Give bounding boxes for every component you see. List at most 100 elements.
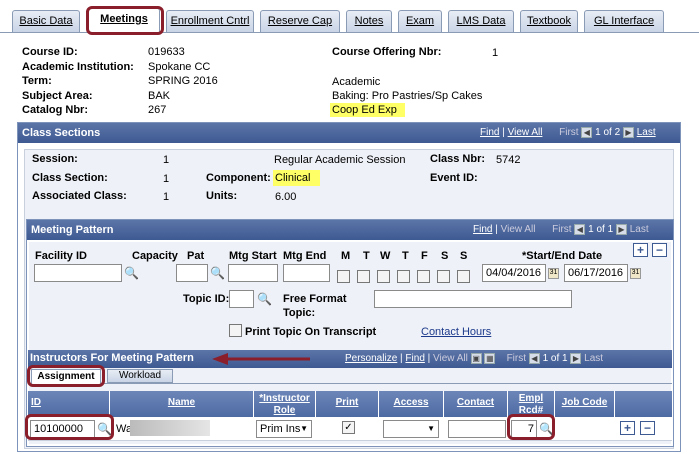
prev-arrow-icon[interactable]: ◀ bbox=[581, 126, 593, 138]
end-date-calendar-icon[interactable]: 31 bbox=[630, 268, 641, 279]
print-topic-checkbox[interactable] bbox=[229, 324, 242, 337]
facility-lookup-icon[interactable]: 🔍 bbox=[124, 267, 139, 281]
tab-basic-data[interactable]: Basic Data bbox=[12, 10, 80, 32]
next-arrow-icon[interactable]: ▶ bbox=[615, 223, 627, 235]
component-value: Clinical bbox=[273, 170, 321, 186]
zoom-grid-icon[interactable]: ▣ bbox=[470, 353, 482, 364]
tab-gl-interface[interactable]: GL Interface bbox=[584, 10, 664, 32]
next-arrow-icon[interactable]: ▶ bbox=[622, 126, 634, 138]
col-actions bbox=[615, 391, 672, 417]
day-checkbox-mon[interactable] bbox=[337, 270, 350, 283]
subtab-underline bbox=[28, 383, 672, 384]
event-id-label: Event ID: bbox=[430, 172, 478, 184]
col-print[interactable]: Print bbox=[316, 391, 379, 417]
add-instructor-button[interactable]: + bbox=[620, 421, 635, 435]
class-sections-view-all-link[interactable]: View All bbox=[508, 127, 543, 138]
class-sections-find-link[interactable]: Find bbox=[480, 127, 499, 138]
meeting-pattern-range: 1 of 1 bbox=[588, 224, 614, 235]
meeting-pattern-first[interactable]: First bbox=[552, 224, 571, 235]
subtab-workload[interactable]: Workload bbox=[107, 369, 173, 383]
tab-lms-data[interactable]: LMS Data bbox=[448, 10, 514, 32]
meeting-pattern-nav: Find | View All First ◀ 1 of 1 ▶ Last bbox=[473, 223, 649, 235]
day-label-sat: S bbox=[441, 250, 449, 262]
contact-hours-link[interactable]: Contact Hours bbox=[421, 326, 491, 338]
col-name[interactable]: Name bbox=[110, 391, 254, 417]
session-value: 1 bbox=[163, 154, 170, 166]
day-label-sun: S bbox=[460, 250, 468, 262]
end-date-input[interactable]: 06/17/2016 bbox=[564, 264, 628, 282]
topic-id-input[interactable] bbox=[229, 290, 254, 308]
class-sections-title: Class Sections bbox=[22, 127, 101, 139]
day-checkbox-fri[interactable] bbox=[417, 270, 430, 283]
component-label: Component: bbox=[206, 172, 271, 184]
prev-arrow-icon[interactable]: ◀ bbox=[574, 223, 586, 235]
col-access[interactable]: Access bbox=[379, 391, 444, 417]
course-id-value: 019633 bbox=[148, 46, 185, 58]
subject-value: BAK bbox=[148, 90, 171, 102]
mtg-end-input[interactable] bbox=[283, 264, 330, 282]
instructors-arrow bbox=[212, 352, 312, 366]
prev-arrow-icon[interactable]: ◀ bbox=[528, 353, 540, 364]
instructors-view-all[interactable]: View All bbox=[433, 353, 468, 364]
course-id-label: Course ID: bbox=[22, 46, 78, 58]
day-checkbox-sun[interactable] bbox=[457, 270, 470, 283]
day-label-tue: T bbox=[363, 250, 370, 262]
role-select-value: Prim Ins bbox=[260, 423, 301, 435]
next-arrow-icon[interactable]: ▶ bbox=[570, 353, 582, 364]
blurred-name-mask bbox=[130, 420, 210, 436]
access-select[interactable]: ▼ bbox=[383, 420, 439, 438]
tab-textbook[interactable]: Textbook bbox=[520, 10, 578, 32]
free-format-topic-label: Topic: bbox=[283, 307, 316, 319]
meeting-pattern-view-all[interactable]: View All bbox=[501, 224, 536, 235]
remove-instructor-button[interactable]: − bbox=[640, 421, 655, 435]
col-contact[interactable]: Contact bbox=[444, 391, 508, 417]
pat-lookup-icon[interactable]: 🔍 bbox=[210, 267, 225, 281]
meeting-pattern-title: Meeting Pattern bbox=[31, 224, 114, 236]
pat-input[interactable] bbox=[176, 264, 208, 282]
class-nbr-value: 5742 bbox=[496, 154, 521, 166]
institution-value: Spokane CC bbox=[148, 61, 211, 73]
day-checkbox-thu[interactable] bbox=[397, 270, 410, 283]
facility-id-input[interactable] bbox=[34, 264, 122, 282]
personalize-link[interactable]: Personalize bbox=[345, 353, 397, 364]
catalog-label: Catalog Nbr: bbox=[22, 104, 88, 116]
topic-id-label: Topic ID: bbox=[183, 293, 230, 305]
meeting-pattern-find-link[interactable]: Find bbox=[473, 224, 492, 235]
start-date-input[interactable]: 04/04/2016 bbox=[482, 264, 546, 282]
units-label: Units: bbox=[206, 190, 238, 202]
tab-notes[interactable]: Notes bbox=[346, 10, 392, 32]
remove-meeting-button[interactable]: − bbox=[652, 243, 667, 257]
free-format-topic-input[interactable] bbox=[374, 290, 572, 308]
contact-input[interactable] bbox=[448, 420, 506, 438]
class-section-value: 1 bbox=[163, 173, 170, 185]
instructors-last[interactable]: Last bbox=[584, 353, 603, 364]
add-meeting-button[interactable]: + bbox=[633, 243, 648, 257]
instructors-first[interactable]: First bbox=[507, 353, 526, 364]
start-date-calendar-icon[interactable]: 31 bbox=[548, 268, 559, 279]
col-instructor-role[interactable]: *Instructor Role bbox=[254, 391, 316, 417]
day-checkbox-sat[interactable] bbox=[437, 270, 450, 283]
mtg-end-label: Mtg End bbox=[283, 250, 327, 262]
instructors-nav: Personalize | Find | View All ▣ ▦ First … bbox=[345, 353, 604, 365]
class-sections-first[interactable]: First bbox=[559, 127, 578, 138]
day-checkbox-tue[interactable] bbox=[357, 270, 370, 283]
chevron-down-icon: ▼ bbox=[427, 424, 435, 433]
topic-lookup-icon[interactable]: 🔍 bbox=[257, 293, 272, 307]
class-sections-last-link[interactable]: Last bbox=[637, 127, 656, 138]
units-value: 6.00 bbox=[275, 191, 297, 203]
instructor-role-select[interactable]: Prim Ins ▼ bbox=[256, 420, 312, 438]
assignment-tab-callout bbox=[27, 365, 105, 387]
print-checkbox[interactable]: ✓ bbox=[342, 421, 355, 434]
day-checkbox-wed[interactable] bbox=[377, 270, 390, 283]
catalog-value: 267 bbox=[148, 104, 167, 116]
col-job-code[interactable]: Job Code bbox=[555, 391, 615, 417]
tab-reserve-cap[interactable]: Reserve Cap bbox=[260, 10, 340, 32]
instructors-find-link[interactable]: Find bbox=[405, 353, 424, 364]
download-grid-icon[interactable]: ▦ bbox=[484, 353, 496, 364]
tab-enrollment-cntrl[interactable]: Enrollment Cntrl bbox=[166, 10, 254, 32]
mtg-start-input[interactable] bbox=[228, 264, 278, 282]
tab-exam[interactable]: Exam bbox=[398, 10, 442, 32]
meeting-pattern-last[interactable]: Last bbox=[630, 224, 649, 235]
left-arrow-icon bbox=[212, 353, 310, 365]
class-sections-nav: Find | View All First ◀ 1 of 2 ▶ Last bbox=[480, 126, 656, 138]
